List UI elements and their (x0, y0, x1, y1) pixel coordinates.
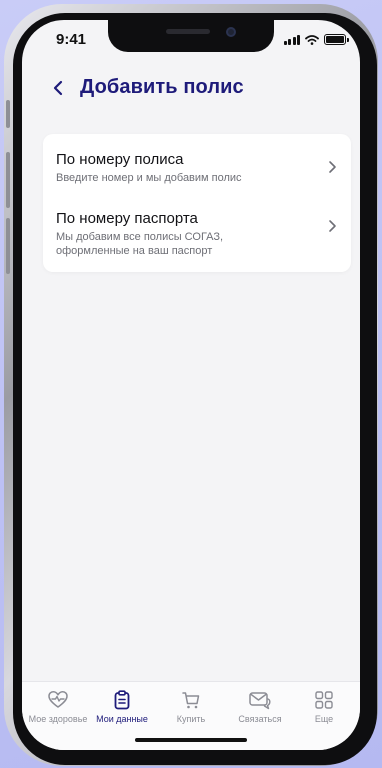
back-arrow-icon[interactable] (52, 80, 64, 96)
silent-switch (6, 100, 10, 128)
status-time: 9:41 (56, 31, 87, 48)
speaker (166, 29, 210, 34)
tab-label: Мое здоровье (28, 714, 88, 724)
option-by-policy-number[interactable]: По номеру полиса Введите номер и мы доба… (56, 151, 337, 185)
option-subtitle: Введите номер и мы добавим полис (56, 172, 242, 184)
notch (108, 20, 274, 52)
tab-label: Еще (314, 714, 334, 724)
page-title: Добавить полис (80, 76, 244, 98)
option-subtitle: Мы добавим все полисы СОГАЗ, оформленные… (56, 231, 224, 257)
chat-mail-icon (249, 692, 271, 710)
tab-my-data[interactable]: Мои данные (90, 690, 154, 724)
tab-label: Купить (176, 714, 206, 724)
tab-more[interactable]: Еще (292, 690, 356, 724)
cart-icon (182, 692, 200, 709)
option-title: По номеру полиса (56, 151, 184, 168)
tab-contact[interactable]: Связаться (228, 690, 292, 724)
page-header: Добавить полис (52, 76, 244, 99)
app-screen: 9:41 Добавить полис По номеру полиса Вве… (22, 20, 360, 750)
chevron-right-icon (329, 161, 336, 173)
clipboard-icon (114, 690, 130, 710)
volume-down-button (6, 218, 10, 274)
tab-label: Мои данные (96, 714, 148, 724)
heart-pulse-icon (48, 691, 68, 708)
volume-up-button (6, 152, 10, 208)
camera (226, 27, 236, 37)
add-policy-options-card: По номеру полиса Введите номер и мы доба… (43, 134, 351, 272)
tab-label: Связаться (238, 714, 282, 724)
home-indicator (135, 738, 247, 742)
wifi-icon (305, 35, 319, 45)
tab-buy[interactable]: Купить (159, 690, 223, 724)
status-icons (283, 34, 349, 45)
signal-icon (283, 35, 300, 45)
option-by-passport-number[interactable]: По номеру паспорта Мы добавим все полисы… (56, 210, 337, 258)
chevron-right-icon (329, 220, 336, 232)
option-title: По номеру паспорта (56, 210, 198, 227)
bottom-tab-bar: Мое здоровье Мои данные Купить Связаться… (22, 681, 360, 750)
tab-my-health[interactable]: Мое здоровье (26, 690, 90, 724)
battery-icon (324, 34, 349, 45)
grid-icon (315, 691, 333, 709)
